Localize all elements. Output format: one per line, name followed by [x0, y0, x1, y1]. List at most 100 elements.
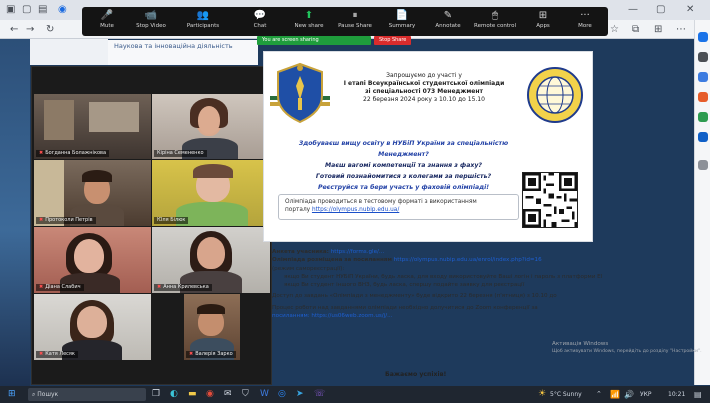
browser-menu-icon[interactable]: ⋯ — [676, 23, 686, 37]
participants-button[interactable]: 👥 Participants — [182, 9, 224, 34]
windows-start-icon[interactable]: ⊞ — [8, 388, 16, 401]
invite-line-1: Запрошуємо до участі у — [386, 72, 462, 79]
taskbar-search-input[interactable]: ⌕ Пошук — [28, 388, 146, 401]
network-icon[interactable]: 📶 — [610, 388, 620, 401]
reload-icon[interactable]: ↻ — [46, 23, 54, 37]
collections-icon[interactable]: ⧉ — [632, 23, 639, 37]
new-share-button[interactable]: ⬆ New share — [288, 9, 330, 34]
question-2: Маєш вагомі компетенції та знання з фаху… — [325, 162, 482, 169]
olympiad-instructions: Анкета учасника: https://forms.gle/... О… — [272, 249, 602, 320]
olympiad-format-note: Олімпіада проводиться в тестовому формат… — [278, 194, 519, 220]
participant-name: Юля Білюк — [157, 217, 186, 223]
windows-taskbar: ⊞ ⌕ Пошук ❐ ◐ ▬ ◉ ✉ ⛉ W ◎ ➤ ☏ ☀ 5°C Sunn… — [0, 386, 710, 403]
mic-muted-icon: ✖ — [39, 150, 44, 156]
word-icon[interactable]: W — [260, 388, 269, 401]
task-view-icon[interactable]: ❐ — [152, 388, 160, 401]
mic-muted-icon: ✖ — [189, 351, 194, 357]
mail-icon[interactable]: ✉ — [224, 388, 232, 401]
questions-block: Здобуваєш вищу освіту в НУБіП України за… — [276, 138, 531, 193]
zoom-app-icon[interactable]: ◎ — [278, 388, 286, 401]
browser-sidebar — [694, 20, 710, 385]
video-tile[interactable]: Кіріна Семененко — [152, 94, 270, 159]
mic-muted-icon: ✖ — [39, 351, 44, 357]
more-button[interactable]: ··· More — [564, 9, 606, 34]
sidebar-copilot-icon[interactable] — [698, 32, 708, 42]
video-tile[interactable]: Юля Білюк — [152, 160, 270, 226]
file-explorer-icon[interactable]: ▬ — [188, 388, 197, 401]
stop-video-button[interactable]: 📹 Stop Video — [130, 9, 172, 34]
participants-icon: 👥 — [196, 10, 210, 21]
participant-name: Діана Слабич — [45, 284, 81, 290]
extensions-icon[interactable]: ⊞ — [654, 23, 662, 37]
mic-muted-icon: ✖ — [39, 284, 44, 290]
browser-close-icon[interactable]: ✕ — [686, 3, 694, 17]
participant-name: Кіріна Семененко — [157, 150, 204, 156]
sidebar-add-icon[interactable] — [698, 160, 708, 170]
clock-time[interactable]: 10:21 — [668, 388, 685, 401]
forward-arrow-icon[interactable]: → — [26, 23, 34, 37]
browser-minimize-icon[interactable]: — — [628, 3, 638, 17]
notifications-icon[interactable]: ▤ — [694, 388, 702, 401]
weather-icon[interactable]: ☀ — [538, 388, 546, 401]
invite-date: 22 березня 2024 року з 10.10 до 15.10 — [363, 96, 485, 103]
sidebar-shopping-icon[interactable] — [698, 72, 708, 82]
video-tile[interactable]: ✖ Діана Слабич — [34, 227, 151, 293]
video-tile[interactable]: ✖ Протоколи Петрів — [34, 160, 151, 226]
zoom-conference-link[interactable]: посиланням: https://us06web.zoom.us/j/..… — [272, 312, 602, 320]
favorites-icon[interactable]: ☆ — [610, 23, 619, 37]
browser-maximize-icon[interactable]: ▢ — [656, 3, 665, 17]
apps-grid-icon: ⊞ — [538, 10, 548, 21]
tab-icon-2[interactable]: ▤ — [38, 3, 47, 17]
question-1: Здобуваєш вищу освіту в НУБіП України за… — [298, 140, 509, 158]
edge-browser-icon[interactable]: ◐ — [170, 388, 178, 401]
summary-button[interactable]: 📄 Summary — [381, 9, 423, 34]
chrome-icon[interactable]: ◉ — [206, 388, 214, 401]
chat-button[interactable]: 💬 Chat — [239, 9, 281, 34]
document-header: Запрошуємо до участі у І етапі Всеукраїн… — [324, 72, 524, 104]
olympus-portal-link[interactable]: https://olympus.nubip.edu.ua/ — [312, 207, 399, 213]
store-icon[interactable]: ⛉ — [242, 388, 249, 401]
tray-chevron-icon[interactable]: ⌃ — [596, 388, 602, 401]
stop-share-button[interactable]: Stop Share — [374, 36, 412, 45]
pause-share-button[interactable]: ⏸ Pause Share — [334, 9, 376, 34]
sharing-status-pill: You are screen sharing — [257, 36, 371, 45]
meet-icon[interactable]: ◉ — [58, 3, 67, 17]
screen-sharing-banner: You are screen sharing Stop Share — [257, 36, 412, 45]
back-arrow-icon[interactable]: ← — [10, 23, 18, 37]
mic-muted-icon: ✖ — [157, 284, 162, 290]
sidebar-tools-icon[interactable] — [698, 92, 708, 102]
video-tile[interactable]: ✖ Богданна Болажнікова — [34, 94, 151, 159]
weather-text[interactable]: 5°C Sunny — [550, 388, 582, 401]
registration-form-link[interactable]: https://forms.gle/... — [331, 249, 385, 255]
annotate-button[interactable]: ✎ Annotate — [427, 9, 469, 34]
olympiad-announcement-document: Запрошуємо до участі у І етапі Всеукраїн… — [263, 51, 593, 242]
sidebar-search-icon[interactable] — [698, 52, 708, 62]
apps-button[interactable]: ⊞ Apps — [522, 9, 564, 34]
page-heading[interactable]: Наукова та інноваційна діяльність — [108, 40, 258, 65]
mute-button[interactable]: 🎤 Mute — [86, 9, 128, 34]
share-screen-icon: ⬆ — [304, 10, 314, 21]
telegram-icon[interactable]: ➤ — [296, 388, 304, 401]
video-tile[interactable]: ✖ Валерія Зарко — [184, 294, 240, 360]
globe-logo — [527, 67, 583, 123]
participant-name: Богданна Болажнікова — [45, 150, 107, 156]
viber-icon[interactable]: ☏ — [314, 388, 325, 401]
remote-control-button[interactable]: 🖱 Remote control — [474, 9, 516, 34]
desktop-background — [0, 39, 30, 386]
university-crest-logo — [270, 62, 330, 124]
video-tile[interactable]: ✖ Анна Крилевська — [152, 227, 270, 293]
video-tile[interactable]: ✖ Катя Лесяк — [34, 294, 151, 360]
sidebar-games-icon[interactable] — [698, 112, 708, 122]
question-3: Готовий познайомитися з колегами за перш… — [315, 173, 492, 180]
summary-icon: 📄 — [395, 10, 409, 21]
pen-icon: ✎ — [443, 10, 453, 21]
activate-windows-watermark: Активація Windows Щоб активувати Windows… — [552, 341, 702, 354]
volume-icon[interactable]: 🔊 — [624, 388, 634, 401]
participant-name: Протоколи Петрів — [45, 217, 93, 223]
tab-icon[interactable]: ▢ — [22, 3, 31, 17]
olympiad-course-link[interactable]: https://olympus.nubip.edu.ua/enrol/index… — [394, 257, 542, 263]
qr-code[interactable] — [522, 172, 578, 228]
window-menu-icon[interactable]: ▣ — [6, 3, 15, 17]
language-indicator[interactable]: УКР — [640, 388, 652, 401]
sidebar-outlook-icon[interactable] — [698, 132, 708, 142]
